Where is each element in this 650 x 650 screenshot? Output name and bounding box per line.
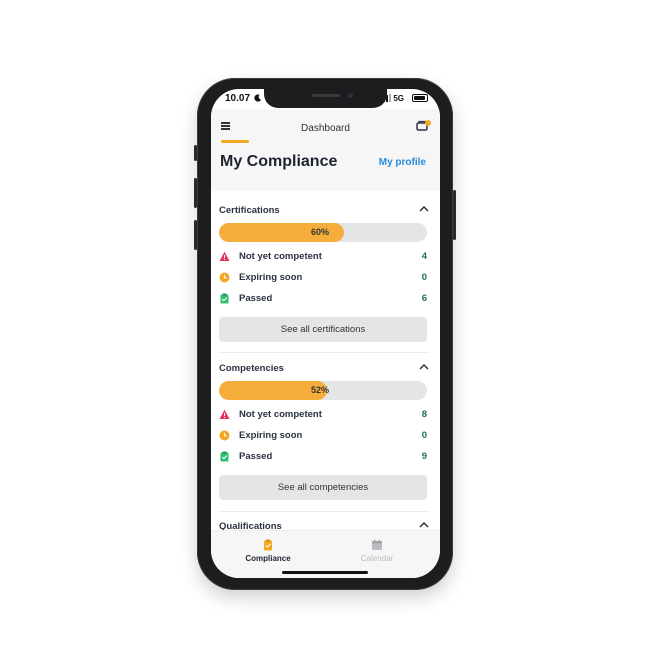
section-divider (219, 511, 429, 512)
section-title: Certifications (219, 205, 280, 216)
row-label: Expiring soon (239, 430, 303, 441)
see-all-certifications-button[interactable]: See all certifications (219, 317, 427, 342)
row-count: 8 (421, 409, 427, 420)
warning-triangle-icon (219, 409, 230, 419)
certifications-section: Certifications 60% Not yet competent 4 E… (219, 205, 429, 345)
nav-label: Compliance (245, 554, 291, 563)
progress-label: 52% (311, 385, 330, 395)
network-type: 5G (393, 94, 404, 103)
phone-volume-up (194, 178, 197, 208)
moon-icon (254, 94, 262, 102)
clipboard-check-icon (220, 293, 229, 304)
clipboard-check-icon (220, 451, 229, 462)
notifications-icon[interactable] (416, 119, 432, 133)
phone-power-button (453, 190, 456, 240)
list-item[interactable]: Not yet competent 8 (219, 408, 429, 422)
clock-icon (219, 430, 230, 441)
nav-item-compliance[interactable]: Compliance (228, 539, 308, 563)
phone-silent-switch (194, 145, 197, 161)
list-item[interactable]: Expiring soon 0 (219, 429, 429, 443)
nav-item-calendar[interactable]: Calendar (337, 539, 417, 563)
row-label: Not yet competent (239, 409, 322, 420)
row-label: Passed (239, 293, 273, 304)
active-tab-indicator (221, 140, 249, 143)
see-all-competencies-button[interactable]: See all competencies (219, 475, 427, 500)
notch (264, 89, 387, 108)
section-divider (219, 352, 429, 353)
chevron-up-icon[interactable] (419, 364, 429, 370)
progress-label: 60% (311, 227, 330, 237)
row-count: 0 (421, 430, 427, 441)
list-item[interactable]: Passed 6 (219, 292, 429, 306)
speaker (312, 94, 340, 97)
list-item[interactable]: Not yet competent 4 (219, 250, 429, 264)
home-indicator[interactable] (282, 571, 368, 574)
header: Dashboard My Compliance My profile (211, 109, 440, 191)
row-count: 0 (421, 272, 427, 283)
row-count: 9 (421, 451, 427, 462)
chevron-up-icon[interactable] (419, 206, 429, 212)
app-title: Dashboard (301, 123, 350, 134)
chevron-up-icon[interactable] (419, 522, 429, 528)
battery-icon (412, 94, 428, 102)
section-title: Competencies (219, 363, 284, 374)
row-count: 4 (421, 251, 427, 262)
calendar-icon (372, 539, 382, 550)
competencies-section: Competencies 52% Not yet competent 8 Exp… (219, 363, 429, 503)
phone-screen: 10.07 5G Dashboard My Compliance My prof… (211, 89, 440, 578)
row-label: Not yet competent (239, 251, 322, 262)
list-item[interactable]: Passed 9 (219, 450, 429, 464)
warning-triangle-icon (219, 251, 230, 261)
status-time: 10.07 (225, 93, 251, 104)
progress-bar: 60% (219, 223, 427, 242)
progress-bar: 52% (219, 381, 427, 400)
row-label: Expiring soon (239, 272, 303, 283)
nav-label: Calendar (360, 554, 394, 563)
clock-icon (219, 272, 230, 283)
row-count: 6 (421, 293, 427, 304)
page-title: My Compliance (220, 153, 338, 170)
camera (348, 93, 353, 98)
list-item[interactable]: Expiring soon 0 (219, 271, 429, 285)
phone-volume-down (194, 220, 197, 250)
row-label: Passed (239, 451, 273, 462)
my-profile-link[interactable]: My profile (379, 157, 426, 168)
clipboard-icon (264, 539, 272, 551)
